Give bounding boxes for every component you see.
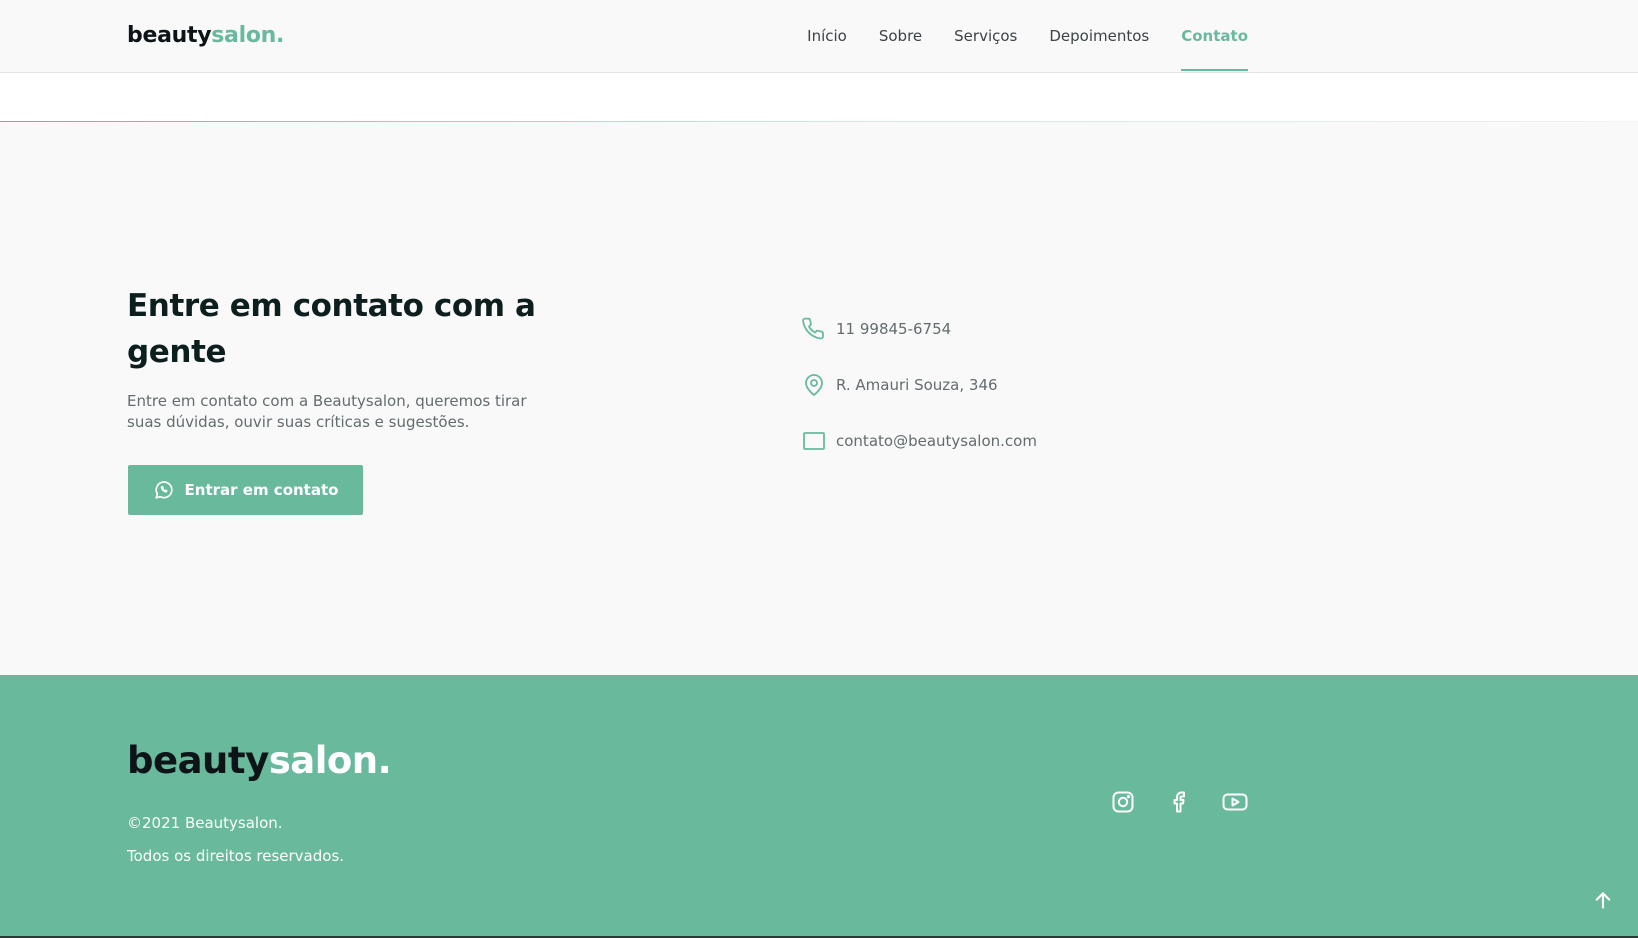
facebook-link[interactable]: [1166, 791, 1192, 817]
header-logo[interactable]: beautysalon.: [127, 23, 284, 48]
contact-whatsapp-button[interactable]: Entrar em contato: [128, 465, 363, 515]
facebook-icon: [1167, 790, 1191, 818]
site-header: beautysalon. Início Sobre Serviços Depoi…: [0, 0, 1638, 73]
contact-email[interactable]: contato@beautysalon.com: [802, 427, 1037, 455]
contact-phone-text: 11 99845-6754: [836, 320, 952, 338]
whatsapp-icon: [153, 479, 175, 501]
mail-icon: [802, 429, 826, 453]
contact-title: Entre em contato com a gente: [127, 288, 536, 370]
nav-item-depoimentos[interactable]: Depoimentos: [1049, 0, 1149, 72]
footer-logo[interactable]: beautysalon.: [127, 739, 392, 782]
footer-logo-primary-text: beauty: [127, 739, 269, 782]
phone-icon: [802, 317, 826, 341]
contact-address-text: R. Amauri Souza, 346: [836, 376, 998, 394]
instagram-icon: [1111, 790, 1135, 818]
footer-logo-accent-text: salon.: [268, 739, 392, 782]
nav-item-inicio[interactable]: Início: [807, 0, 847, 72]
contact-description: Entre em contato com a Beautysalon, quer…: [127, 392, 527, 431]
map-pin-icon: [802, 373, 826, 397]
arrow-up-icon: [1593, 890, 1613, 914]
contact-section: Entre em contato com a gente Entre em co…: [0, 122, 1638, 675]
back-to-top-button[interactable]: [1590, 889, 1616, 915]
logo-primary-text: beauty: [127, 23, 212, 48]
instagram-link[interactable]: [1110, 791, 1136, 817]
contact-info-list: 11 99845-6754 R. Amauri Souza, 346 conta…: [802, 315, 1037, 483]
footer-copyright: ©2021 Beautysalon.: [127, 814, 283, 832]
logo-accent-text: salon.: [211, 23, 285, 48]
contact-email-text: contato@beautysalon.com: [836, 432, 1037, 450]
nav-item-sobre[interactable]: Sobre: [879, 0, 922, 72]
site-footer: beautysalon. ©2021 Beautysalon. Todos os…: [0, 675, 1638, 938]
contact-phone[interactable]: 11 99845-6754: [802, 315, 1037, 343]
main-nav: Início Sobre Serviços Depoimentos Contat…: [807, 0, 1248, 72]
footer-rights: Todos os direitos reservados.: [127, 847, 345, 865]
contact-address[interactable]: R. Amauri Souza, 346: [802, 371, 1037, 399]
youtube-icon: [1222, 790, 1248, 818]
nav-item-servicos[interactable]: Serviços: [954, 0, 1017, 72]
youtube-link[interactable]: [1222, 791, 1248, 817]
nav-item-contato[interactable]: Contato: [1181, 0, 1248, 72]
contact-button-label: Entrar em contato: [184, 481, 339, 499]
social-links: [1110, 791, 1248, 817]
